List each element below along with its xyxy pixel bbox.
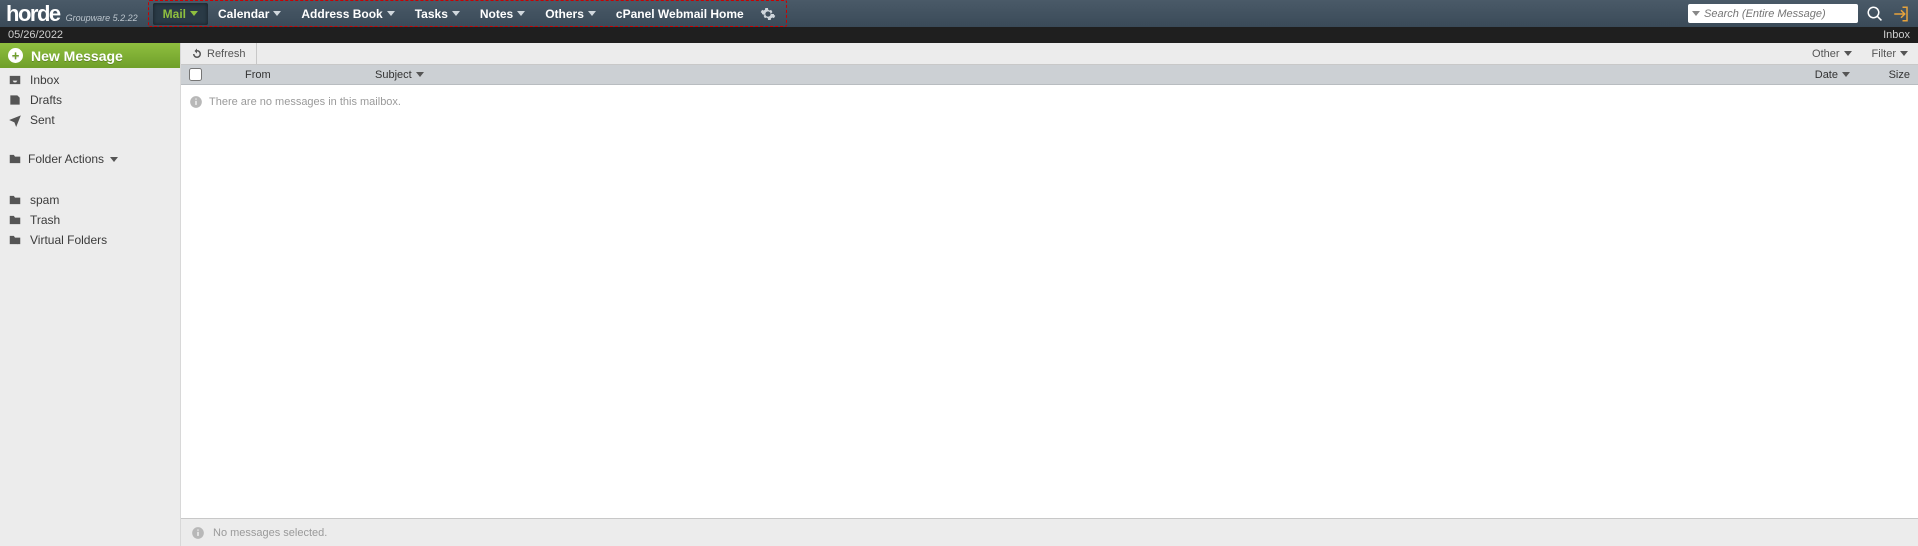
menu-calendar[interactable]: Calendar: [208, 3, 291, 25]
breadcrumb-folder: Inbox: [1883, 29, 1910, 41]
menu-label: Address Book: [301, 7, 382, 21]
main-layout: + New Message Inbox Drafts Sent Folder A…: [0, 43, 1918, 546]
menu-label: cPanel Webmail Home: [616, 7, 744, 21]
chevron-down-icon: [1842, 72, 1850, 77]
message-table-header: From Subject Date Size: [181, 65, 1918, 85]
menu-notes[interactable]: Notes: [470, 3, 535, 25]
sidebar-item-trash[interactable]: Trash: [0, 210, 180, 230]
settings-button[interactable]: [754, 6, 782, 22]
sidebar-item-inbox[interactable]: Inbox: [0, 70, 180, 90]
sidebar-item-label: Sent: [30, 113, 55, 127]
sidebar: + New Message Inbox Drafts Sent Folder A…: [0, 43, 181, 546]
other-label: Other: [1812, 48, 1840, 60]
menu-label: Calendar: [218, 7, 269, 21]
empty-text: There are no messages in this mailbox.: [209, 96, 401, 108]
sidebar-item-label: spam: [30, 193, 59, 207]
refresh-button[interactable]: Refresh: [181, 43, 257, 64]
folder-icon: [8, 213, 22, 227]
new-message-label: New Message: [31, 48, 123, 64]
chevron-down-icon: [416, 72, 424, 77]
brand: horde Groupware 5.2.22: [0, 1, 148, 27]
search-input[interactable]: [1704, 5, 1854, 22]
extra-folder-list: spam Trash Virtual Folders: [0, 188, 180, 250]
menu-mail[interactable]: Mail: [153, 3, 208, 25]
status-bar: No messages selected.: [181, 518, 1918, 546]
chevron-down-icon: [273, 11, 281, 16]
info-icon: [189, 95, 203, 109]
top-menu-bar: horde Groupware 5.2.22 Mail Calendar Add…: [0, 0, 1918, 27]
search-button[interactable]: [1866, 5, 1884, 23]
menu-tasks[interactable]: Tasks: [405, 3, 470, 25]
sidebar-item-sent[interactable]: Sent: [0, 110, 180, 130]
sidebar-item-label: Virtual Folders: [30, 233, 107, 247]
chevron-down-icon: [387, 11, 395, 16]
sidebar-item-label: Drafts: [30, 93, 62, 107]
menu-label: Tasks: [415, 7, 448, 21]
info-icon: [191, 526, 205, 540]
other-dropdown[interactable]: Other: [1802, 43, 1862, 64]
brand-logo: horde: [6, 1, 60, 27]
select-all-checkbox[interactable]: [189, 68, 202, 81]
chevron-down-icon: [1844, 51, 1852, 56]
column-label: From: [245, 69, 271, 81]
chevron-down-icon: [588, 11, 596, 16]
filter-dropdown[interactable]: Filter: [1862, 43, 1918, 64]
refresh-label: Refresh: [207, 48, 246, 60]
content-area: Refresh Other Filter From Subject: [181, 43, 1918, 546]
column-label: Subject: [375, 69, 412, 81]
column-from[interactable]: From: [237, 69, 367, 81]
chevron-down-icon: [517, 11, 525, 16]
menu-cpanel-home[interactable]: cPanel Webmail Home: [606, 3, 754, 25]
main-menu-highlight: Mail Calendar Address Book Tasks Notes O…: [148, 0, 787, 27]
filter-label: Filter: [1872, 48, 1896, 60]
refresh-icon: [191, 48, 203, 60]
column-select-all[interactable]: [181, 68, 209, 81]
folder-icon: [8, 193, 22, 207]
sidebar-item-virtual-folders[interactable]: Virtual Folders: [0, 230, 180, 250]
message-toolbar: Refresh Other Filter: [181, 43, 1918, 65]
empty-mailbox-message: There are no messages in this mailbox.: [189, 95, 1910, 109]
chevron-down-icon[interactable]: [1692, 11, 1700, 16]
sidebar-item-label: Trash: [30, 213, 60, 227]
sidebar-item-spam[interactable]: spam: [0, 190, 180, 210]
topbar-right: [1688, 0, 1918, 27]
brand-tagline: Groupware 5.2.22: [66, 13, 138, 23]
plus-icon: +: [8, 48, 23, 63]
sidebar-item-drafts[interactable]: Drafts: [0, 90, 180, 110]
logout-icon: [1892, 5, 1910, 23]
current-date: 05/26/2022: [8, 29, 63, 41]
search-icon: [1866, 5, 1884, 23]
chevron-down-icon: [1900, 51, 1908, 56]
folder-icon: [8, 152, 22, 166]
column-subject[interactable]: Subject: [367, 69, 1758, 81]
menu-label: Others: [545, 7, 584, 21]
column-date[interactable]: Date: [1758, 69, 1858, 81]
inbox-icon: [8, 73, 22, 87]
chevron-down-icon: [452, 11, 460, 16]
search-folder-icon: [8, 233, 22, 247]
menu-others[interactable]: Others: [535, 3, 606, 25]
column-label: Size: [1889, 69, 1910, 81]
folder-actions-label: Folder Actions: [28, 152, 104, 166]
folder-actions-dropdown[interactable]: Folder Actions: [0, 148, 180, 170]
menu-label: Mail: [163, 7, 186, 21]
chevron-down-icon: [110, 157, 118, 162]
menu-address-book[interactable]: Address Book: [291, 3, 404, 25]
column-label: Date: [1815, 69, 1838, 81]
gear-icon: [760, 6, 776, 22]
logout-button[interactable]: [1892, 5, 1910, 23]
new-message-button[interactable]: + New Message: [0, 43, 180, 68]
sent-icon: [8, 113, 22, 127]
draft-icon: [8, 93, 22, 107]
message-list: There are no messages in this mailbox.: [181, 85, 1918, 518]
sidebar-item-label: Inbox: [30, 73, 59, 87]
menu-label: Notes: [480, 7, 513, 21]
mailbox-list: Inbox Drafts Sent: [0, 68, 180, 130]
status-text: No messages selected.: [213, 527, 327, 539]
search-box[interactable]: [1688, 4, 1858, 23]
column-size[interactable]: Size: [1858, 69, 1918, 81]
sub-bar: 05/26/2022 Inbox: [0, 27, 1918, 43]
chevron-down-icon: [190, 11, 198, 16]
